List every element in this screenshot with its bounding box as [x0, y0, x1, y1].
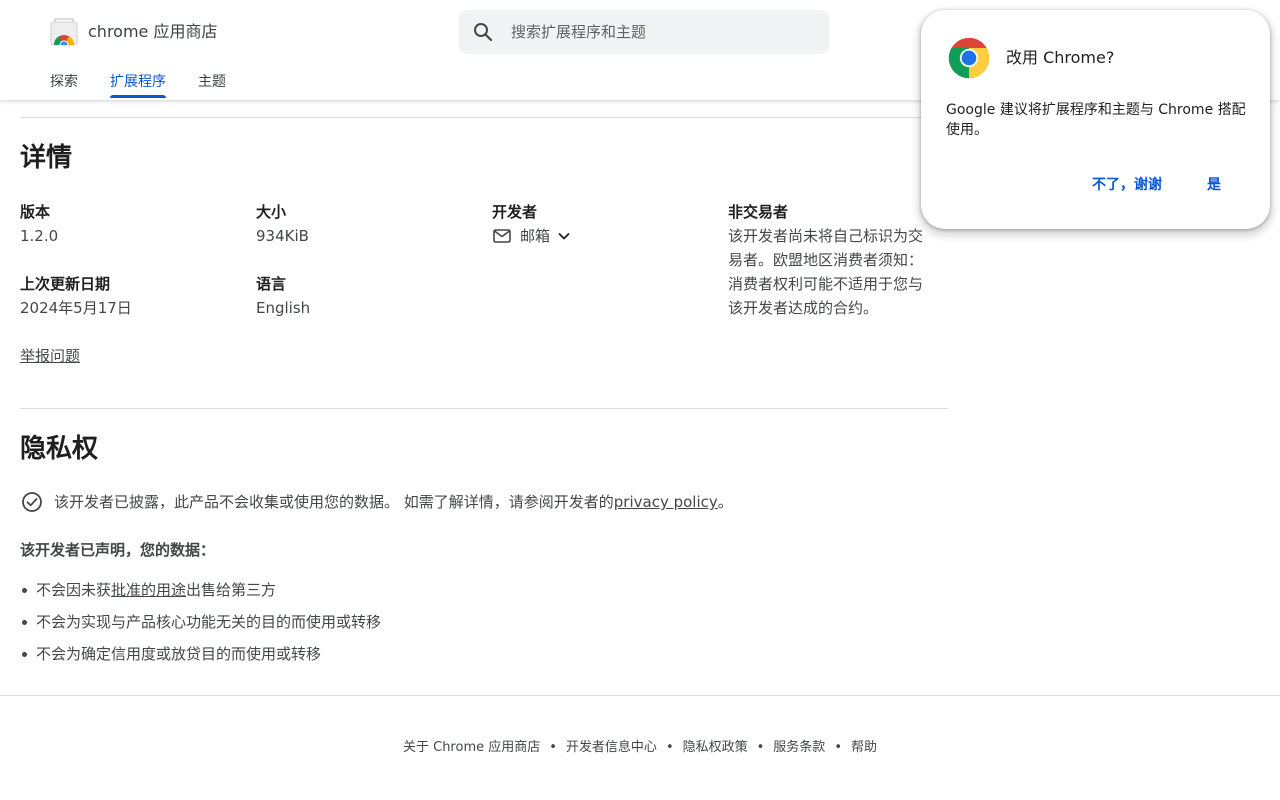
privacy-bullets: 不会因未获批准的用途出售给第三方 不会为实现与产品核心功能无关的目的而使用或转移… — [20, 578, 381, 674]
language-value: English — [256, 299, 311, 317]
switch-to-chrome-dialog: 改用 Chrome? Google 建议将扩展程序和主题与 Chrome 搭配使… — [921, 10, 1270, 229]
trader-description: 该开发者尚未将自己标识为交易者。欧盟地区消费者须知：消费者权利可能不适用于您与该… — [728, 227, 924, 317]
list-item: 不会为实现与产品核心功能无关的目的而使用或转移 — [20, 610, 381, 642]
footer-link-privacy[interactable]: 隐私权政策 — [683, 738, 748, 758]
updated-value: 2024年5月17日 — [20, 299, 132, 317]
footer-link-terms[interactable]: 服务条款 — [773, 738, 825, 758]
chevron-down-icon — [558, 232, 570, 240]
privacy-policy-link[interactable]: privacy policy — [614, 493, 718, 511]
check-circle-icon — [22, 492, 42, 512]
developer-label: 开发者 — [492, 203, 538, 221]
developer-email-button[interactable]: 邮箱 — [492, 224, 572, 248]
declared-heading: 该开发者已声明，您的数据： — [20, 541, 216, 559]
search-box[interactable] — [459, 10, 829, 54]
store-title[interactable]: chrome 应用商店 — [88, 20, 217, 44]
footer-separator: • — [834, 740, 842, 755]
disclosure-text: 该开发者已披露，此产品不会收集或使用您的数据。 如需了解详情，请参阅开发者的 — [54, 493, 614, 511]
footer-link-developer-dashboard[interactable]: 开发者信息中心 — [566, 738, 657, 758]
tab-themes[interactable]: 主题 — [198, 70, 226, 100]
tab-extensions[interactable]: 扩展程序 — [110, 70, 166, 100]
nav-tabs: 探索 扩展程序 主题 — [50, 70, 258, 100]
version-label: 版本 — [20, 203, 51, 221]
list-item: 不会因未获批准的用途出售给第三方 — [20, 578, 381, 610]
top-divider — [20, 117, 948, 118]
approved-uses-link[interactable]: 批准的用途 — [111, 581, 186, 599]
size-value: 934KiB — [256, 227, 309, 245]
size-label: 大小 — [256, 203, 287, 221]
disclosure-end: 。 — [717, 493, 733, 511]
footer: 关于 Chrome 应用商店 • 开发者信息中心 • 隐私权政策 • 服务条款 … — [0, 738, 1280, 758]
chrome-logo-icon — [948, 37, 990, 79]
developer-email-label: 邮箱 — [520, 227, 551, 245]
no-thanks-button[interactable]: 不了，谢谢 — [1092, 173, 1162, 197]
privacy-divider — [20, 408, 948, 409]
chrome-web-store-logo-icon[interactable] — [50, 18, 78, 46]
tab-discover[interactable]: 探索 — [50, 70, 78, 100]
version-value: 1.2.0 — [20, 227, 59, 245]
bullet1-pre: 不会因未获 — [36, 581, 112, 599]
footer-divider — [0, 695, 1280, 696]
list-item: 不会为确定信用度或放贷目的而使用或转移 — [20, 642, 381, 674]
dialog-body: Google 建议将扩展程序和主题与 Chrome 搭配使用。 — [946, 102, 1246, 138]
privacy-title: 隐私权 — [20, 434, 99, 464]
footer-separator: • — [756, 740, 765, 755]
language-label: 语言 — [256, 275, 287, 293]
updated-label: 上次更新日期 — [20, 275, 111, 293]
privacy-disclosure: 该开发者已披露，此产品不会收集或使用您的数据。 如需了解详情，请参阅开发者的pr… — [20, 490, 733, 514]
details-title: 详情 — [20, 143, 73, 173]
footer-separator: • — [665, 740, 674, 755]
mail-icon — [493, 229, 511, 243]
footer-link-help[interactable]: 帮助 — [851, 738, 877, 758]
report-issue-link[interactable]: 举报问题 — [20, 344, 80, 368]
footer-separator: • — [549, 740, 557, 755]
dialog-title: 改用 Chrome? — [1006, 48, 1115, 67]
bullet1-post: 出售给第三方 — [186, 581, 277, 599]
footer-link-about[interactable]: 关于 Chrome 应用商店 — [403, 738, 540, 758]
search-input[interactable] — [511, 10, 811, 54]
privacy-disclosure-text: 该开发者已披露，此产品不会收集或使用您的数据。 如需了解详情，请参阅开发者的pr… — [54, 490, 733, 514]
yes-button[interactable]: 是 — [1207, 173, 1221, 197]
search-icon[interactable] — [471, 20, 495, 44]
trader-label: 非交易者 — [728, 203, 789, 221]
